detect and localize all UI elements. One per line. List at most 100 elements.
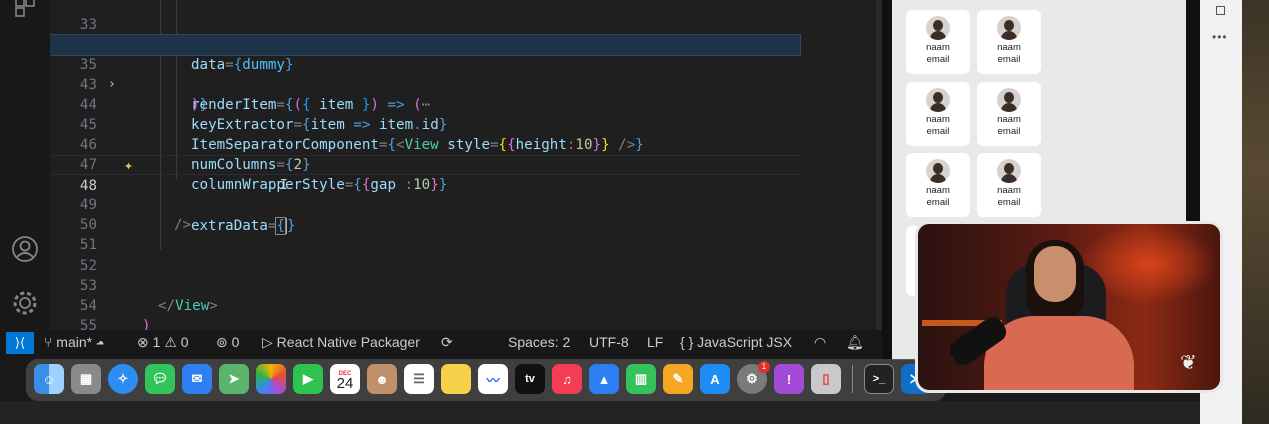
card-email: email — [926, 197, 950, 208]
play-icon: ▷ — [262, 334, 273, 350]
card-name: naam — [997, 114, 1021, 125]
webcam-overlay: ❦ — [915, 221, 1223, 393]
settings-gear-icon[interactable] — [10, 288, 40, 318]
contacts-icon[interactable]: ☻ — [367, 364, 397, 394]
indentation-item[interactable]: Spaces: 2 — [508, 334, 570, 350]
finder-icon[interactable]: ☺ — [34, 364, 64, 394]
avatar — [997, 88, 1021, 112]
notes-icon[interactable] — [441, 364, 471, 394]
refresh-icon[interactable]: ⟳ — [441, 334, 453, 351]
terminal-icon[interactable]: >_ — [864, 364, 894, 394]
code-line[interactable]: 54 ) — [50, 276, 880, 330]
safari-icon[interactable]: ✧ — [108, 364, 138, 394]
code-line-folded[interactable]: 35 › renderItem={({ item }) => (⋯ — [50, 34, 801, 113]
avatar — [926, 16, 950, 40]
card-name: naam — [997, 42, 1021, 53]
error-icon: ⊗ — [137, 334, 149, 350]
branch-item[interactable]: ⑂ main* ☁ — [44, 334, 104, 350]
warning-icon: ⚠ — [164, 334, 177, 350]
card-name: naam — [926, 114, 950, 125]
code-line[interactable]: 56 — [50, 316, 880, 330]
music-icon[interactable]: ♫ — [552, 364, 582, 394]
code-line[interactable]: 55 } — [50, 296, 880, 330]
photos-icon[interactable] — [256, 364, 286, 394]
packager-item[interactable]: ▷ React Native Packager — [262, 334, 420, 351]
more-icon[interactable]: ••• — [1212, 30, 1228, 44]
code-line[interactable]: 50 — [50, 195, 880, 233]
card-email: email — [997, 54, 1021, 65]
card-name: naam — [997, 185, 1021, 196]
app-store-icon[interactable]: A — [700, 364, 730, 394]
eol-item[interactable]: LF — [647, 334, 663, 350]
code-line[interactable]: 52 — [50, 236, 880, 274]
code-line[interactable]: 45 ItemSeparatorComponent={<View style={… — [50, 95, 880, 153]
calendar-day: 24 — [336, 375, 354, 392]
code-line[interactable]: 34 data={dummy} — [50, 15, 880, 73]
card-email: email — [926, 126, 950, 137]
ports-icon: ⊚ — [216, 334, 228, 350]
feedback-icon[interactable]: ! — [774, 364, 804, 394]
code-line[interactable]: 53 </View> — [50, 256, 880, 314]
mail-icon[interactable]: ✉ — [182, 364, 212, 394]
code-line[interactable]: 46 numColumns={2} — [50, 115, 880, 173]
code-line[interactable]: 33 <FlatList — [50, 0, 880, 53]
numbers-icon[interactable]: ▥ — [626, 364, 656, 394]
avatar — [997, 159, 1021, 183]
code-line[interactable]: 44 keyExtractor={item => item.id} — [50, 75, 880, 133]
notification-badge: 1 — [758, 361, 770, 373]
code-line[interactable]: 49 /> — [50, 175, 880, 233]
facetime-icon[interactable]: ▶ — [293, 364, 323, 394]
macos-dock: ☺ ▦ ✧ 💬︎ ✉ ➤ ▶ DEC 24 ☻ ☰ 〰 tv ♫ ▲ ▥ ✎ A … — [26, 359, 946, 401]
presenter-body — [984, 316, 1134, 390]
remote-icon[interactable]: ⟩⟨ — [6, 332, 34, 354]
appletv-icon[interactable]: tv — [515, 364, 545, 394]
pages-icon[interactable]: ✎ — [663, 364, 693, 394]
avatar — [926, 88, 950, 112]
iphone-mirroring-icon[interactable]: ▯ — [811, 364, 841, 394]
notifications-bell-icon[interactable]: 🔔︎ — [846, 334, 864, 351]
problems-item[interactable]: ⊗ 1 ⚠ 0 — [137, 334, 189, 351]
reminders-icon[interactable]: ☰ — [404, 364, 434, 394]
list-item[interactable]: naam email — [906, 10, 970, 74]
messages-icon[interactable]: 💬︎ — [145, 364, 175, 394]
card-email: email — [926, 54, 950, 65]
error-count: 1 — [152, 334, 161, 350]
branch-icon: ⑂ — [44, 334, 53, 350]
desktop-bottom-edge — [0, 401, 1200, 424]
list-item[interactable]: naam email — [977, 153, 1041, 217]
maps-icon[interactable]: ➤ — [219, 364, 249, 394]
branch-label: main* — [56, 334, 93, 350]
sparkle-icon[interactable]: ✦ — [124, 155, 133, 175]
ports-item[interactable]: ⊚ 0 — [216, 334, 239, 351]
dock-separator — [852, 365, 853, 393]
code-line[interactable]: 43 )} — [50, 55, 880, 113]
code-line[interactable]: 47 columnWrapperStyle={{gap :10}} — [50, 135, 880, 193]
launchpad-icon[interactable]: ▦ — [71, 364, 101, 394]
channel-logo-icon: ❦ — [1180, 352, 1197, 374]
account-icon[interactable] — [10, 234, 40, 264]
packager-label: React Native Packager — [276, 334, 420, 350]
ports-count: 0 — [231, 334, 240, 350]
activity-bar — [0, 0, 50, 330]
warning-count: 0 — [180, 334, 189, 350]
calendar-icon[interactable]: DEC 24 — [330, 364, 360, 394]
card-name: naam — [926, 42, 950, 53]
code-line[interactable]: 51 — [50, 215, 880, 253]
list-item[interactable]: naam email — [906, 153, 970, 217]
encoding-item[interactable]: UTF-8 — [589, 334, 629, 350]
language-item[interactable]: { } JavaScript JSX — [680, 334, 792, 350]
freeform-icon[interactable]: 〰 — [478, 364, 508, 394]
sync-cloud-icon: ☁ — [95, 334, 105, 350]
code-editor[interactable]: 33 <FlatList 34 data={dummy} 35 › render… — [50, 0, 880, 330]
list-item[interactable]: naam email — [906, 82, 970, 146]
card-email: email — [997, 126, 1021, 137]
card-email: email — [997, 197, 1021, 208]
list-item[interactable]: naam email — [977, 10, 1041, 74]
keynote-icon[interactable]: ▲ — [589, 364, 619, 394]
maximize-icon[interactable] — [1216, 6, 1225, 15]
code-line-current[interactable]: 48 ✦ extraData={} — [50, 155, 800, 235]
presenter-face — [1034, 246, 1076, 302]
status-bar: ⟩⟨ ⑂ main* ☁ ⊗ 1 ⚠ 0 ⊚ 0 ▷ React Native … — [0, 330, 882, 356]
extensions-icon[interactable] — [10, 0, 40, 22]
list-item[interactable]: naam email — [977, 82, 1041, 146]
